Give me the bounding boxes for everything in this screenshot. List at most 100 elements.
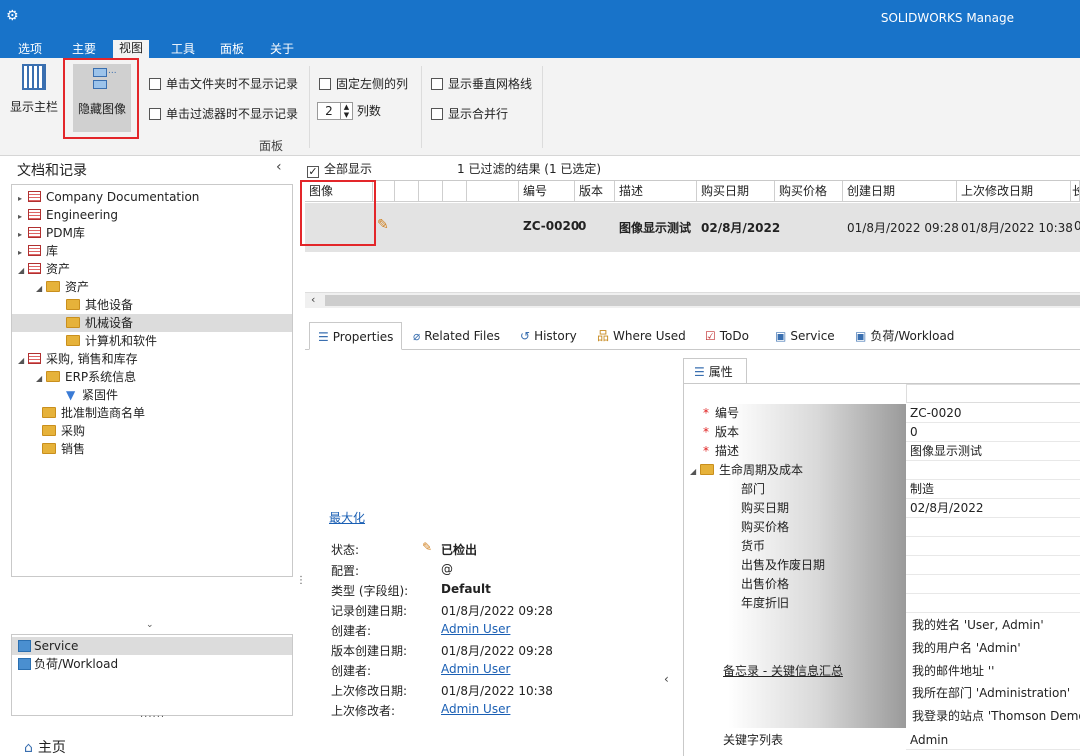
tab-workload[interactable]: ▣ 负荷/Workload <box>847 322 962 350</box>
tab-where-used[interactable]: 品 Where Used <box>589 322 694 350</box>
home-button[interactable]: ⌂ 主页 <box>24 737 66 756</box>
info-value-last-modifier[interactable]: Admin User <box>441 702 510 716</box>
tab-view[interactable]: 视图 <box>113 40 150 58</box>
tree-node-assets-folder[interactable]: ◢ 资产 <box>36 278 89 296</box>
info-value-creator[interactable]: Admin User <box>441 622 510 636</box>
collapse-arrow-icon[interactable]: ◢ <box>690 462 700 481</box>
collapse-arrow-icon[interactable]: ◢ <box>18 352 28 370</box>
list-item-workload[interactable]: 负荷/Workload <box>12 655 292 673</box>
col-header[interactable] <box>467 181 519 202</box>
tree-node-mechanical-equipment[interactable]: 机械设备 <box>12 314 292 332</box>
tree-node-engineering[interactable]: ▸ Engineering <box>18 206 118 224</box>
col-header[interactable] <box>443 181 467 202</box>
column-count-value[interactable]: 2 <box>317 102 341 120</box>
col-header-extra[interactable]: 长 <box>1071 181 1080 202</box>
collapse-chevron-icon[interactable]: ‹ <box>276 159 282 175</box>
no-record-filter-option[interactable]: 单击过滤器时不显示记录 <box>149 105 298 122</box>
tree-node-erp[interactable]: ◢ ERP系统信息 <box>36 368 136 386</box>
info-value-record-created: 01/8月/2022 09:28 <box>441 604 553 618</box>
tab-label: ToDo <box>719 329 749 343</box>
prop-value-description[interactable]: 图像显示测试 <box>906 442 1080 461</box>
prop-value-purchase-price[interactable] <box>906 518 1080 537</box>
tree-node-library[interactable]: ▸ 库 <box>18 242 58 260</box>
col-header-version[interactable]: 版本 <box>575 181 615 202</box>
col-header-number[interactable]: 编号 <box>519 181 575 202</box>
tree-node-pdm[interactable]: ▸ PDM库 <box>18 224 85 242</box>
prop-value-number[interactable]: ZC-0020 <box>906 404 1080 423</box>
col-header-purchase-date[interactable]: 购买日期 <box>697 181 775 202</box>
tab-history[interactable]: ↺ History <box>512 322 585 350</box>
tab-todo[interactable]: ☑ ToDo <box>697 322 757 350</box>
checkbox[interactable] <box>149 108 161 120</box>
col-header[interactable] <box>419 181 443 202</box>
col-header-modified[interactable]: 上次修改日期 <box>957 181 1071 202</box>
prop-value-keywords[interactable]: Admin <box>906 731 1080 750</box>
list-item-service[interactable]: Service <box>12 637 292 655</box>
prop-value-depreciation[interactable] <box>906 594 1080 613</box>
fixed-left-cols-option[interactable]: 固定左侧的列 <box>319 75 408 92</box>
tree-node-fasteners[interactable]: ▼ 紧固件 <box>56 386 118 404</box>
tab-panels[interactable]: 面板 <box>214 41 250 58</box>
tree-node-assets[interactable]: ◢ 资产 <box>18 260 70 278</box>
tab-about[interactable]: 关于 <box>264 41 300 58</box>
checkbox[interactable] <box>307 166 319 178</box>
tree-node-approved-vendors[interactable]: 批准制造商名单 <box>42 404 145 422</box>
col-header-description[interactable]: 描述 <box>615 181 697 202</box>
col-header[interactable] <box>373 181 395 202</box>
collapse-pane-chevron-icon[interactable]: ‹ <box>664 672 669 686</box>
show-vertical-grid-label: 显示垂直网格线 <box>448 77 533 91</box>
checkbox[interactable] <box>149 78 161 90</box>
col-header[interactable] <box>395 181 419 202</box>
records-grid[interactable]: 图像 编号 版本 描述 购买日期 购买价格 创建日期 上次修改日期 长 ✎ ZC… <box>305 180 1080 308</box>
folder-tree[interactable]: ▸ Company Documentation ▸ Engineering ▸ PDM… <box>11 184 293 577</box>
maximize-link[interactable]: 最大化 <box>329 509 365 526</box>
tab-attributes[interactable]: ☰ 属性 <box>683 358 747 384</box>
horizontal-scrollbar[interactable]: ‹ <box>305 292 1080 308</box>
tab-main[interactable]: 主要 <box>66 41 102 58</box>
tree-node-purchasing[interactable]: ◢ 采购, 销售和库存 <box>18 350 138 368</box>
show-main-bar-button[interactable]: 显示主栏 <box>6 64 62 115</box>
collapse-arrow-icon[interactable]: ◢ <box>18 262 28 280</box>
spinner-arrows-icon[interactable]: ▲ ▼ <box>341 102 353 120</box>
show-vertical-grid-option[interactable]: 显示垂直网格线 <box>431 75 532 92</box>
table-row[interactable]: ✎ ZC-0020 0 图像显示测试 02/8月/2022 01/8月/2022… <box>305 203 1080 252</box>
col-header-purchase-price[interactable]: 购买价格 <box>775 181 843 202</box>
prop-value-memo[interactable]: 我的姓名 'User, Admin' 我的用户名 'Admin' 我的邮件地址 … <box>906 613 1080 728</box>
scroll-left-icon[interactable]: ‹ <box>311 293 315 306</box>
column-count-spinner[interactable]: 2 ▲ ▼ 列数 <box>317 102 381 120</box>
drag-handle-icon[interactable]: ······ <box>140 712 165 723</box>
tree-node-company-documentation[interactable]: ▸ Company Documentation <box>18 188 199 206</box>
tab-options[interactable]: 选项 <box>12 41 48 58</box>
tab-properties[interactable]: ☰ Properties <box>309 322 403 350</box>
collapse-arrow-icon[interactable]: ◢ <box>36 370 46 388</box>
scroll-thumb[interactable] <box>325 295 1080 306</box>
checkbox[interactable] <box>319 78 331 90</box>
show-all-option[interactable]: 全部显示 <box>307 160 372 178</box>
prop-value-disposal-date[interactable] <box>906 556 1080 575</box>
bottom-panel-list[interactable]: Service 负荷/Workload <box>11 634 293 716</box>
show-merged-rows-option[interactable]: 显示合并行 <box>431 105 508 122</box>
vertical-splitter-icon[interactable]: ⋮ <box>296 576 306 586</box>
collapse-arrow-icon[interactable]: ◢ <box>36 280 46 298</box>
database-icon <box>28 245 41 256</box>
tab-service[interactable]: ▣ Service <box>767 322 843 350</box>
no-record-folder-option[interactable]: 单击文件夹时不显示记录 <box>149 75 298 92</box>
prop-value-currency[interactable] <box>906 537 1080 556</box>
checkbox[interactable] <box>431 108 443 120</box>
tree-node-procurement[interactable]: 采购 <box>42 422 85 440</box>
prop-value-version[interactable]: 0 <box>906 423 1080 442</box>
tab-tools[interactable]: 工具 <box>165 41 201 58</box>
col-header-created[interactable]: 创建日期 <box>843 181 957 202</box>
tree-node-computers-software[interactable]: 计算机和软件 <box>56 332 157 350</box>
prop-value-sale-price[interactable] <box>906 575 1080 594</box>
prop-value-department[interactable]: 制造 <box>906 480 1080 499</box>
splitter-chevron-icon[interactable]: ⌄ <box>146 620 154 630</box>
tree-node-sales[interactable]: 销售 <box>42 440 85 458</box>
checkbox[interactable] <box>431 78 443 90</box>
prop-value-purchase-date[interactable]: 02/8月/2022 <box>906 499 1080 518</box>
prop-group-lifecycle[interactable]: ◢ 生命周期及成本 <box>690 461 803 480</box>
tree-node-other-equipment[interactable]: 其他设备 <box>56 296 133 314</box>
tab-related-files[interactable]: ⌀ Related Files <box>405 322 508 350</box>
info-value-version-creator[interactable]: Admin User <box>441 662 510 676</box>
tab-label: Properties <box>332 330 394 344</box>
